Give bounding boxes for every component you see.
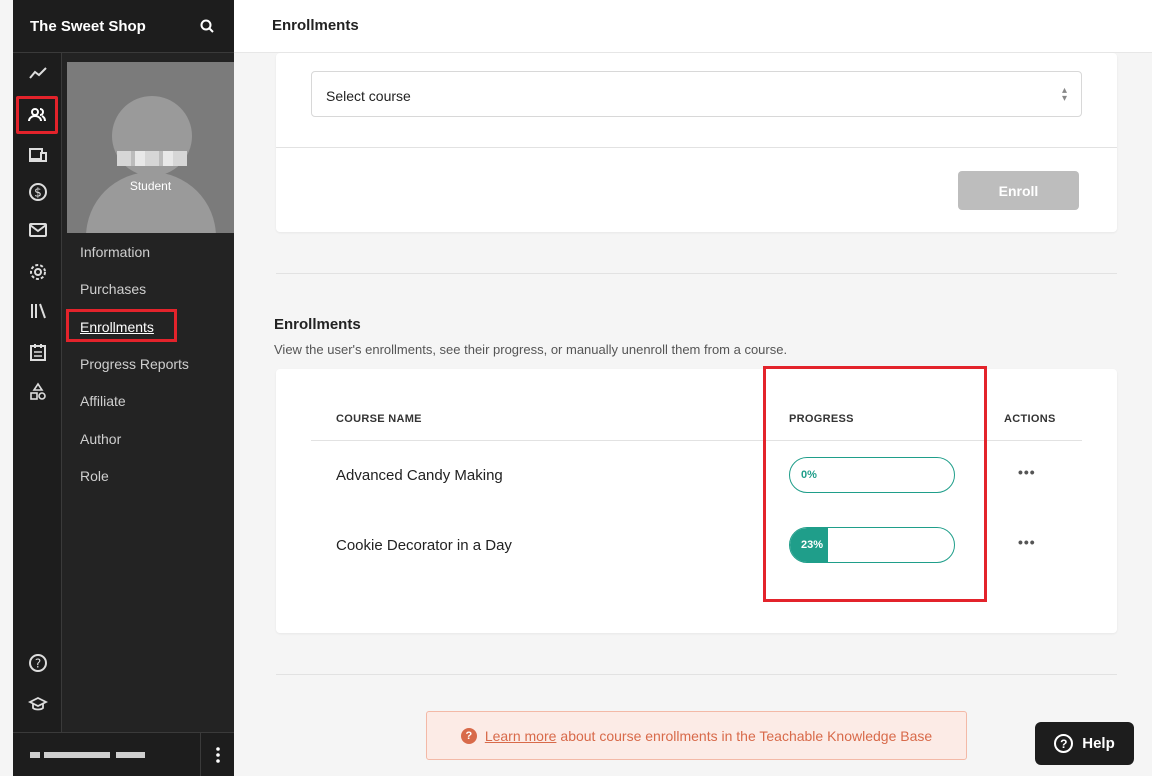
page-title: Enrollments bbox=[272, 17, 359, 34]
library-icon[interactable] bbox=[13, 296, 62, 326]
subnav-item-information[interactable]: Information bbox=[80, 244, 150, 260]
users-icon[interactable] bbox=[16, 96, 58, 134]
help-icon: ? bbox=[1054, 734, 1074, 753]
subnav-item-purchases[interactable]: Purchases bbox=[80, 281, 146, 297]
question-icon: ? bbox=[460, 727, 477, 744]
column-header-actions: ACTIONS bbox=[1004, 413, 1056, 425]
avatar: Student bbox=[67, 62, 234, 233]
knowledge-base-text: about course enrollments in the Teachabl… bbox=[560, 727, 933, 744]
row-actions-icon[interactable]: ••• bbox=[1018, 534, 1036, 550]
calendar-icon[interactable] bbox=[13, 337, 62, 367]
more-options-icon[interactable] bbox=[200, 733, 234, 776]
enrollments-table bbox=[276, 369, 1117, 633]
learn-more-link[interactable]: Learn more bbox=[485, 728, 557, 744]
sidebar-header: The Sweet Shop bbox=[13, 0, 234, 53]
dollar-icon[interactable]: $ bbox=[13, 177, 62, 207]
redacted-user-name bbox=[117, 151, 187, 166]
settings-icon[interactable] bbox=[13, 257, 62, 287]
course-select[interactable]: Select course ▴ ▾ bbox=[311, 71, 1082, 117]
graduation-icon[interactable] bbox=[13, 689, 62, 719]
highlight-progress-column bbox=[763, 366, 987, 602]
enroll-button[interactable]: Enroll bbox=[958, 171, 1079, 210]
enrollments-description: View the user's enrollments, see their p… bbox=[274, 342, 788, 357]
course-select-value: Select course bbox=[326, 88, 411, 104]
subnav-item-affiliate[interactable]: Affiliate bbox=[80, 393, 126, 409]
page-header: Enrollments bbox=[234, 0, 1152, 53]
enrollments-section-title: Enrollments bbox=[274, 316, 361, 333]
icon-rail: $ ? bbox=[13, 53, 62, 776]
search-icon[interactable] bbox=[198, 17, 216, 35]
select-arrows-icon: ▴ ▾ bbox=[1061, 85, 1067, 104]
account-bar bbox=[13, 732, 234, 776]
svg-text:?: ? bbox=[34, 657, 40, 671]
shapes-icon[interactable] bbox=[13, 377, 62, 407]
school-name[interactable]: The Sweet Shop bbox=[30, 18, 146, 35]
subnav-item-author[interactable]: Author bbox=[80, 431, 121, 447]
knowledge-base-note: ? Learn more about course enrollments in… bbox=[426, 711, 967, 760]
user-subnav: Student Information Purchases Enrollment… bbox=[62, 53, 234, 776]
analytics-icon[interactable] bbox=[13, 59, 62, 89]
help-label: Help bbox=[1082, 735, 1115, 752]
table-row-course-name[interactable]: Cookie Decorator in a Day bbox=[336, 537, 512, 554]
svg-text:$: $ bbox=[34, 186, 42, 200]
user-role-label: Student bbox=[129, 179, 172, 193]
table-row-course-name[interactable]: Advanced Candy Making bbox=[336, 467, 503, 484]
highlight-enrollments bbox=[66, 309, 177, 342]
devices-icon[interactable] bbox=[13, 140, 62, 170]
column-header-course[interactable]: COURSE NAME bbox=[336, 413, 422, 425]
help-button[interactable]: ? Help bbox=[1035, 722, 1134, 765]
mail-icon[interactable] bbox=[13, 215, 62, 245]
row-actions-icon[interactable]: ••• bbox=[1018, 464, 1036, 480]
redacted-account-name[interactable] bbox=[30, 752, 145, 758]
subnav-item-role[interactable]: Role bbox=[80, 468, 109, 484]
subnav-item-progress-reports[interactable]: Progress Reports bbox=[80, 356, 189, 372]
help-circle-icon[interactable]: ? bbox=[13, 648, 62, 678]
